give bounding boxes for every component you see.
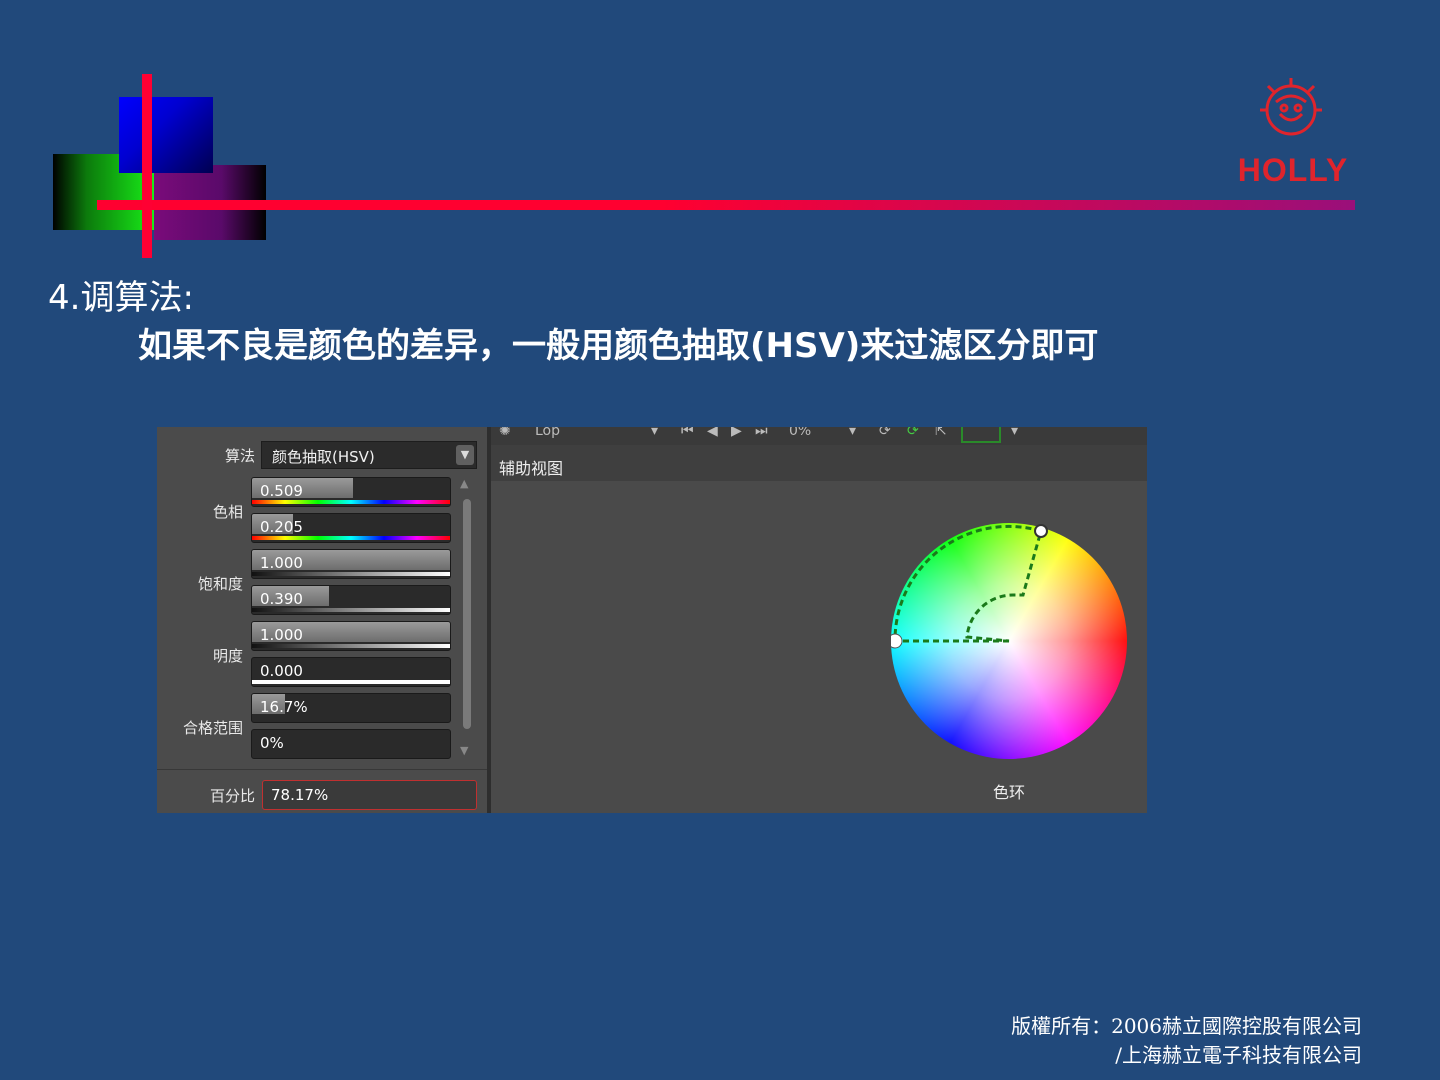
algorithm-select[interactable]: 颜色抽取(HSV) ▼ [261, 441, 477, 469]
slider-value: 0.205 [260, 518, 303, 536]
range-handle-end[interactable] [1034, 524, 1048, 538]
percent-field[interactable]: 78.17% [262, 780, 477, 810]
pass-range-label: 合格范围 [182, 719, 243, 737]
aux-view-title: 辅助视图 [499, 459, 564, 478]
color-wheel-label: 色环 [993, 783, 1026, 802]
chevron-down-icon[interactable]: ▾ [651, 427, 658, 439]
deco-vertical-line [142, 74, 152, 258]
aux-view-panel: ✺ Lop ▾ ⏮ ◀ ▶ ⏭ 0% ▾ ⟳ ⟳ ⇱ ▾ 辅助视图 色环 [491, 427, 1147, 813]
hsv-settings-screenshot: 算法 颜色抽取(HSV) ▼ 色相 饱和度 明度 合格范围 0.509 0.20… [157, 427, 1147, 813]
saturation-min-slider[interactable]: 0.390 [251, 585, 451, 615]
page-heading: 4.调算法: [48, 278, 194, 318]
hue-min-slider[interactable]: 0.205 [251, 513, 451, 543]
view-select-value[interactable]: Lop [535, 427, 560, 439]
deco-horizontal-line [97, 200, 1355, 210]
confirm-icon[interactable]: ⟳ [907, 427, 919, 439]
holly-logo: HOLLY [1226, 72, 1360, 192]
percent-label: 百分比 [209, 787, 255, 805]
hue-label: 色相 [212, 503, 243, 521]
toolbar: ✺ Lop ▾ ⏮ ◀ ▶ ⏭ 0% ▾ ⟳ ⟳ ⇱ ▾ [491, 427, 1147, 445]
slider-value: 16.7% [260, 698, 308, 716]
deco-blue-square [119, 97, 213, 173]
pass-range-max-slider[interactable]: 16.7% [251, 693, 451, 723]
refresh-icon[interactable]: ⟳ [879, 427, 891, 439]
scroll-down-icon[interactable]: ▼ [460, 744, 468, 757]
page-subheading: 如果不良是颜色的差异，一般用颜色抽取(HSV)来过滤区分即可 [138, 326, 1099, 366]
slider-value: 1.000 [260, 626, 303, 644]
scrollbar[interactable]: ▲ ▼ [460, 477, 474, 757]
first-frame-icon[interactable]: ⏮ [681, 427, 694, 439]
chevron-down-icon[interactable]: ▼ [456, 445, 474, 465]
value-max-slider[interactable]: 1.000 [251, 621, 451, 651]
range-handle-start[interactable] [891, 633, 903, 649]
export-icon[interactable]: ⇱ [935, 427, 947, 439]
copyright-line-2: /上海赫立電子科技有限公司 [1115, 1043, 1362, 1067]
slider-value: 0.509 [260, 482, 303, 500]
logo-text: HOLLY [1237, 152, 1349, 188]
slider-value: 1.000 [260, 554, 303, 572]
saturation-max-slider[interactable]: 1.000 [251, 549, 451, 579]
parameter-panel: 算法 颜色抽取(HSV) ▼ 色相 饱和度 明度 合格范围 0.509 0.20… [157, 427, 487, 813]
color-wheel[interactable] [891, 523, 1127, 759]
copyright-line-1: 版權所有：2006赫立國際控股有限公司 [1011, 1014, 1362, 1038]
saturation-label: 饱和度 [197, 575, 243, 593]
zoom-percent[interactable]: 0% [789, 427, 811, 439]
hue-max-slider[interactable]: 0.509 [251, 477, 451, 507]
prev-frame-icon[interactable]: ◀ [707, 427, 718, 439]
value-min-slider[interactable]: 0.000 [251, 657, 451, 687]
copyright-footer: 版權所有：2006赫立國際控股有限公司 /上海赫立電子科技有限公司 [1011, 1012, 1362, 1070]
slider-value: 0.390 [260, 590, 303, 608]
pass-range-min-slider[interactable]: 0% [251, 729, 451, 759]
chevron-down-icon[interactable]: ▾ [1011, 427, 1018, 439]
last-frame-icon[interactable]: ⏭ [755, 427, 768, 439]
value-label: 明度 [212, 647, 243, 665]
divider [157, 769, 487, 770]
chevron-down-icon[interactable]: ▾ [849, 427, 856, 439]
slider-value: 0% [260, 734, 284, 752]
hsv-range-outline [893, 524, 1043, 643]
scroll-up-icon[interactable]: ▲ [460, 477, 468, 490]
algorithm-select-value: 颜色抽取(HSV) [272, 448, 375, 466]
algorithm-label: 算法 [224, 447, 255, 465]
slider-value: 0.000 [260, 662, 303, 680]
selection-overlay [891, 524, 1048, 649]
color-swatch[interactable] [961, 427, 1001, 443]
lion-emblem-icon [1260, 78, 1322, 136]
aux-view-header [491, 445, 1147, 481]
brightness-icon[interactable]: ✺ [499, 427, 511, 439]
scroll-thumb[interactable] [463, 499, 471, 729]
next-frame-icon[interactable]: ▶ [731, 427, 742, 439]
